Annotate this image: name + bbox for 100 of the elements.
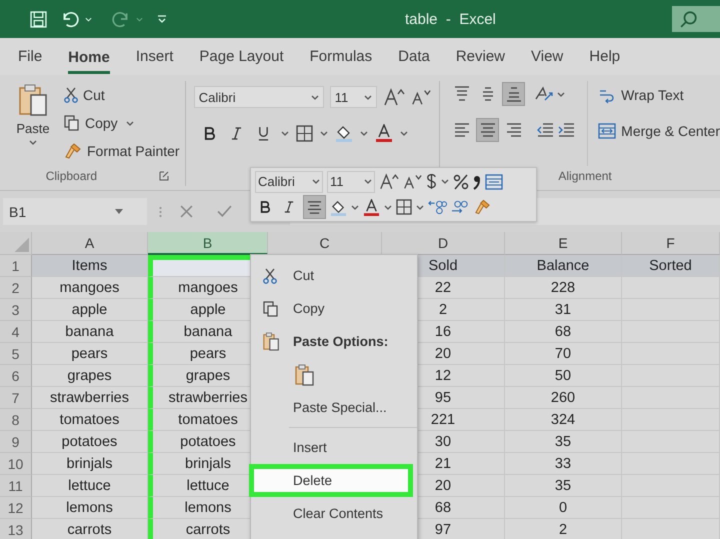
italic-icon	[231, 126, 242, 140]
wrap-text-button[interactable]: Wrap Text	[598, 83, 720, 107]
row-header[interactable]: 3	[0, 299, 32, 321]
font-family-dropdown[interactable]: Calibri	[194, 86, 324, 108]
increase-indent-icon[interactable]	[557, 122, 576, 138]
underline-icon	[258, 126, 270, 140]
ribbon-tab[interactable]: Insert	[136, 38, 174, 75]
scissors-icon	[64, 87, 78, 103]
search-icon	[680, 10, 698, 28]
dialog-launcher-icon[interactable]	[159, 171, 170, 181]
row-header[interactable]: 6	[0, 365, 32, 387]
name-box[interactable]: B1	[3, 198, 147, 225]
table-cell: Balance	[505, 255, 622, 277]
caret-icon	[29, 140, 37, 145]
checkmark-icon[interactable]	[217, 205, 232, 218]
clipboard-icon	[263, 332, 280, 351]
grow-font-icon[interactable]	[379, 173, 399, 190]
dollar-icon[interactable]	[426, 173, 437, 190]
cut-button[interactable]: Cut	[64, 83, 180, 107]
font-size-dropdown[interactable]: 11	[327, 170, 375, 192]
row-header[interactable]: 13	[0, 519, 32, 539]
ribbon-tab[interactable]: Page Layout	[199, 38, 284, 75]
row-header[interactable]: 12	[0, 497, 32, 519]
column-header[interactable]: B	[148, 232, 268, 255]
caret-icon	[310, 94, 319, 100]
increase-decimal-icon[interactable]	[451, 199, 470, 215]
fill-color-icon[interactable]	[334, 124, 353, 142]
fill-color-icon[interactable]	[330, 198, 347, 216]
menu-item[interactable]: Delete	[249, 464, 413, 497]
decrease-indent-icon[interactable]	[536, 122, 554, 138]
shrink-font-icon[interactable]	[410, 88, 431, 106]
format-painter-button[interactable]: Format Painter	[64, 139, 180, 163]
column-header[interactable]: D	[382, 232, 505, 255]
caret-icon	[280, 130, 289, 136]
caret-icon	[364, 94, 372, 100]
copy-icon	[64, 115, 80, 131]
ribbon-tab[interactable]: Review	[456, 38, 506, 75]
row-header[interactable]: 10	[0, 453, 32, 475]
font-family-dropdown[interactable]: Calibri	[255, 170, 323, 192]
caret-icon	[312, 179, 320, 184]
row-header[interactable]: 9	[0, 431, 32, 453]
table-cell: 0	[505, 497, 622, 519]
merge-center-button[interactable]: Merge & Center	[598, 119, 720, 143]
caret-icon	[351, 204, 359, 210]
table-cell: 260	[505, 387, 622, 409]
row-header[interactable]: 2	[0, 277, 32, 299]
font-color-icon[interactable]	[374, 124, 393, 142]
copy-icon	[263, 300, 279, 316]
ribbon-tab[interactable]: Data	[398, 38, 430, 75]
borders-icon[interactable]	[296, 124, 313, 142]
percent-icon[interactable]	[453, 174, 469, 190]
table-cell: 35	[505, 431, 622, 453]
caret-icon	[360, 130, 368, 136]
font-color-icon[interactable]	[363, 198, 380, 216]
paintbrush-icon[interactable]	[474, 199, 491, 215]
align-top-icon	[454, 86, 470, 102]
row-header[interactable]: 7	[0, 387, 32, 409]
table-cell: Items	[32, 255, 148, 277]
decrease-decimal-icon[interactable]	[428, 199, 447, 215]
text-orientation-icon[interactable]	[534, 85, 554, 103]
merge-cells-icon[interactable]	[485, 174, 503, 190]
paste-button[interactable]: Paste	[12, 83, 54, 166]
row-header[interactable]: 5	[0, 343, 32, 365]
horizontal-align-button[interactable]	[476, 118, 500, 142]
clipboard-icon	[18, 83, 48, 117]
ribbon-tab[interactable]: File	[18, 38, 42, 75]
clipboard-icon[interactable]	[295, 364, 315, 386]
ribbon-tab[interactable]: View	[531, 38, 564, 75]
vertical-align-button[interactable]	[502, 82, 526, 106]
paintbrush-icon	[64, 143, 82, 159]
column-header[interactable]: E	[505, 232, 622, 255]
save-icon[interactable]	[30, 10, 47, 28]
align-bottom-icon	[506, 86, 522, 102]
undo-icon[interactable]	[61, 10, 79, 28]
table-cell: 33	[505, 453, 622, 475]
center-align-button[interactable]	[303, 195, 326, 219]
ribbon-tab[interactable]: Formulas	[310, 38, 372, 75]
customize-icon[interactable]	[157, 14, 167, 24]
comma-icon[interactable]	[473, 174, 481, 190]
grow-font-icon[interactable]	[382, 88, 405, 106]
search-field[interactable]	[672, 6, 720, 32]
group-label: Alignment	[558, 169, 612, 183]
table-cell: 31	[505, 299, 622, 321]
row-header[interactable]: 1	[0, 255, 32, 277]
row-header[interactable]: 8	[0, 409, 32, 431]
font-size-dropdown[interactable]: 11	[330, 86, 377, 108]
table-cell: 50	[505, 365, 622, 387]
shrink-font-icon[interactable]	[403, 173, 422, 190]
copy-button[interactable]: Copy	[64, 111, 118, 135]
grip-icon	[159, 206, 162, 218]
column-header[interactable]: F	[622, 232, 720, 255]
table-cell: 68	[505, 321, 622, 343]
borders-icon[interactable]	[396, 199, 412, 215]
dropdown-arrow-icon	[115, 209, 123, 214]
column-header[interactable]: A	[32, 232, 148, 255]
row-header[interactable]: 4	[0, 321, 32, 343]
ribbon-tab[interactable]: Help	[589, 38, 620, 75]
row-header[interactable]: 11	[0, 475, 32, 497]
scissors-icon	[263, 268, 277, 284]
column-header[interactable]: C	[268, 232, 382, 255]
